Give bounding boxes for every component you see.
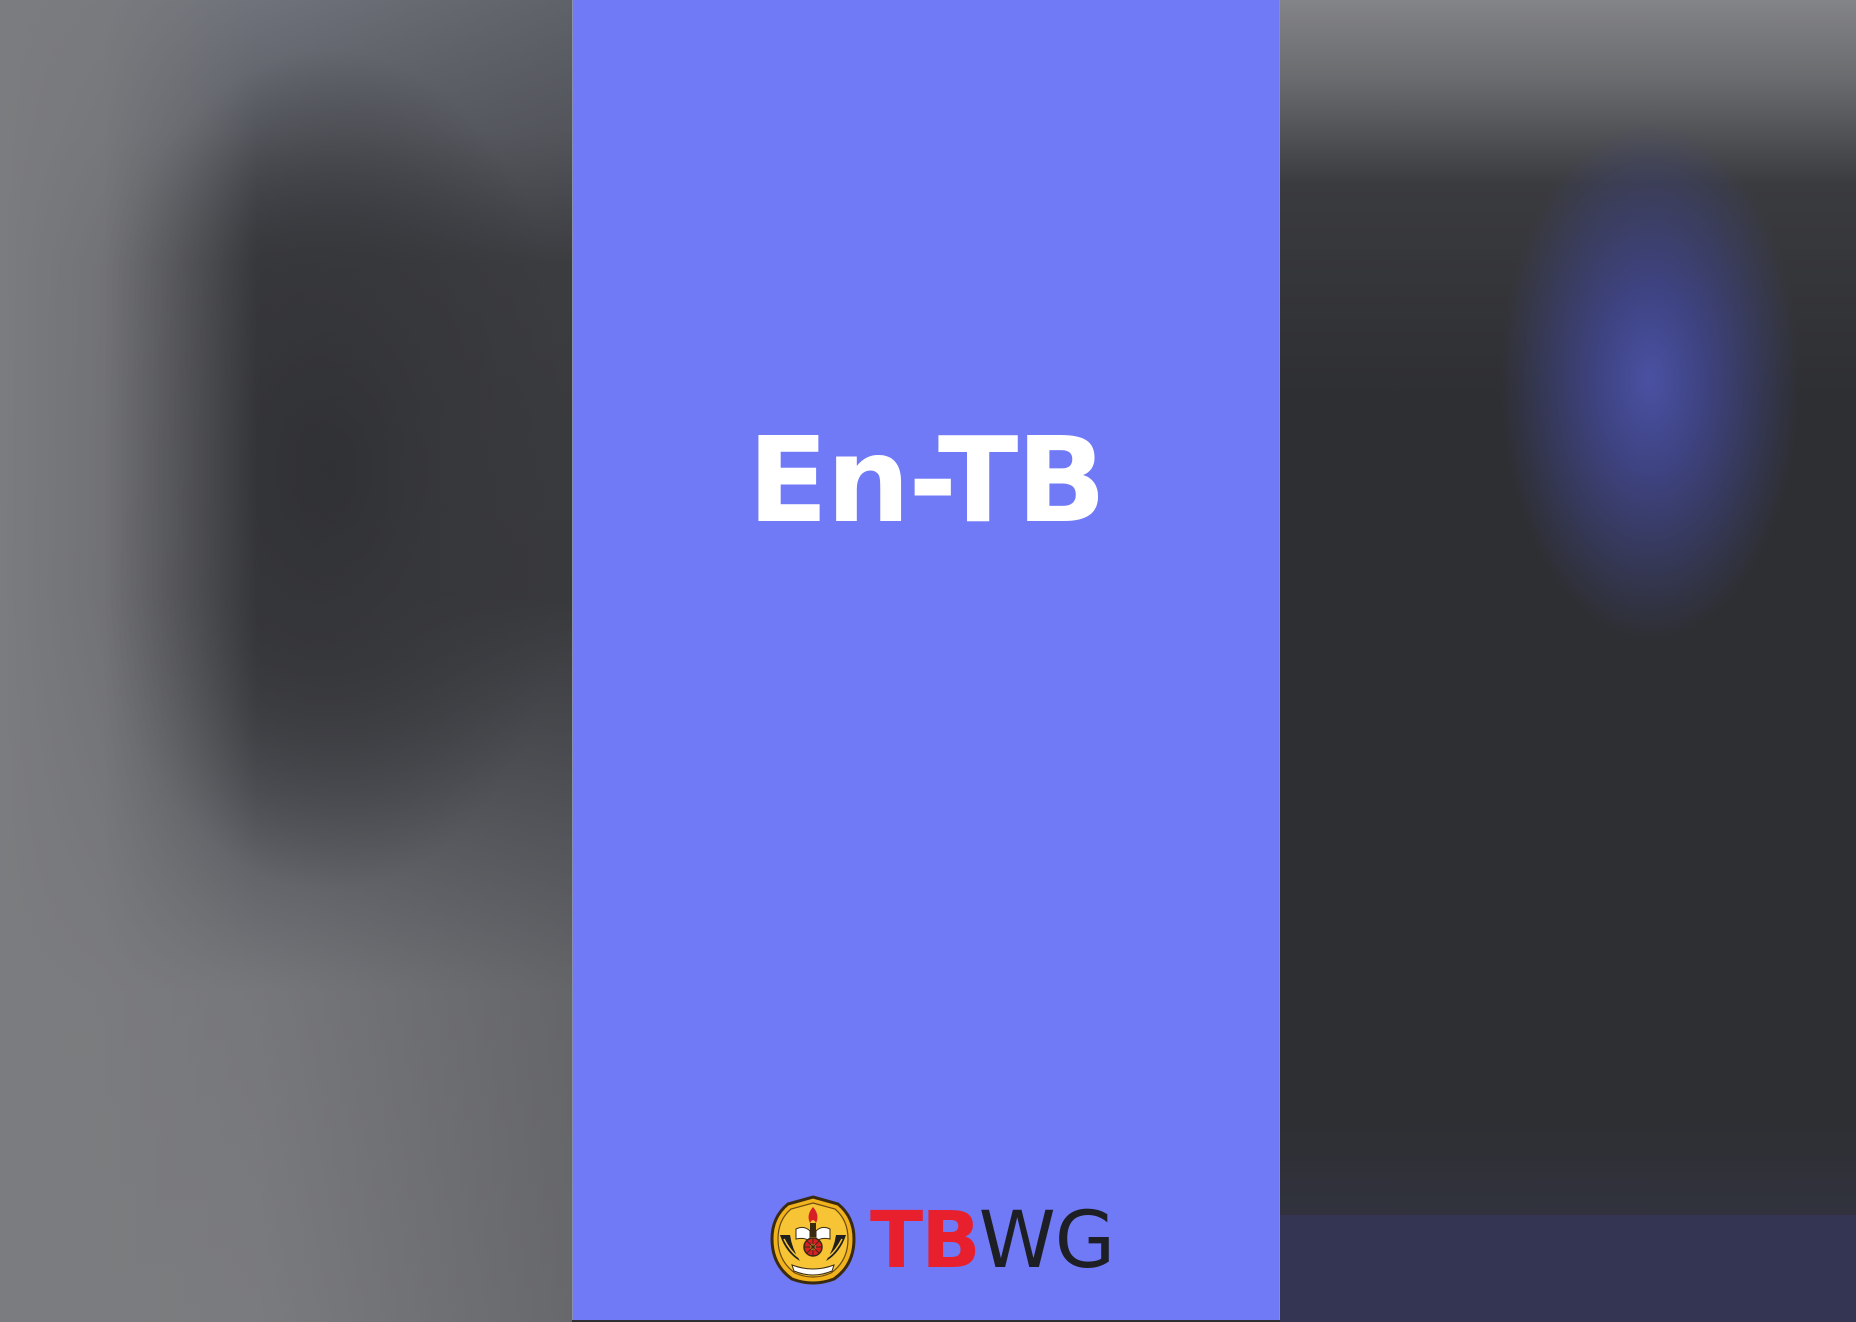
app-title: En-TB [747,411,1107,549]
brand-wordmark: TB WG [870,1195,1116,1287]
blurred-backdrop-right [1280,0,1856,1322]
app-window: En-TB TB WG [0,0,1856,1322]
splash-screen: En-TB TB WG [572,0,1280,1320]
blurred-backdrop-left [0,0,572,1322]
brand-wordmark-tb: TB [870,1196,981,1286]
university-crest-emblem-icon [770,1195,856,1285]
brand-wordmark-wg: WG [978,1196,1116,1286]
backdrop-bottom-strip [1280,1215,1856,1322]
footer-logo: TB WG [766,1195,1116,1287]
